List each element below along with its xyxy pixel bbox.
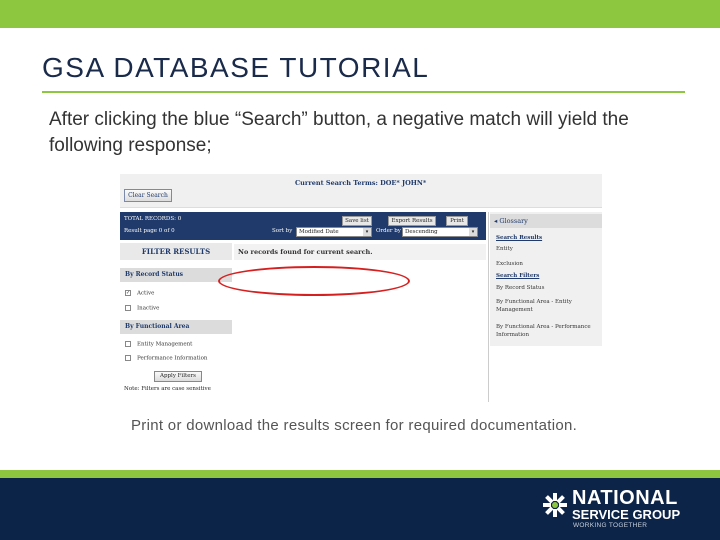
checkbox-icon [125,355,131,361]
functional-area-heading: By Functional Area [120,320,232,334]
performance-information-label: Performance Information [137,355,208,362]
total-records: TOTAL RECORDS: 0 [124,216,182,222]
glossary-item[interactable]: Search Filters [496,272,600,280]
sort-by-label: Sort by [272,228,293,234]
entity-management-label: Entity Management [137,341,193,348]
glossary-title: Glossary [499,217,528,225]
bottom-accent-bar [0,470,720,478]
current-search-terms: Current Search Terms: DOE* JOHN* [295,179,427,187]
filters-note: Note: Filters are case sensitive [124,386,211,392]
result-page: Result page 0 of 0 [124,228,175,234]
apply-filters-button[interactable]: Apply Filters [154,371,202,382]
performance-information-checkbox[interactable]: Performance Information [125,355,207,362]
export-results-button[interactable]: Export Results [388,216,436,226]
footer-note: Print or download the results screen for… [131,417,578,434]
sort-by-value: Modified Date [299,229,339,235]
title-divider [42,91,685,93]
checkbox-icon [125,305,131,311]
checkbox-icon [125,341,131,347]
national-service-group-logo-icon [543,493,567,517]
screenshot-header: Current Search Terms: DOE* JOHN* Clear S… [120,174,602,208]
results-divider [488,212,489,402]
active-checkbox[interactable]: ✓ Active [125,290,154,297]
clear-search-button[interactable]: Clear Search [124,189,172,202]
filter-results-title: FILTER RESULTS [120,243,232,260]
no-records-message: No records found for current search. [234,244,486,260]
glossary-panel: ◂ Glossary Search Results Entity Exclusi… [490,212,602,346]
sort-by-select[interactable]: Modified Date ▾ [296,227,372,237]
glossary-item: By Functional Area - Performance Informa… [496,324,591,338]
highlight-oval [218,266,410,296]
record-status-heading: By Record Status [120,268,232,282]
glossary-item[interactable]: Search Results [496,234,600,242]
collapse-arrow-icon: ◂ [494,217,498,225]
top-accent-bar [0,0,720,28]
glossary-item: By Record Status [496,285,545,291]
inactive-label: Inactive [137,305,160,312]
active-label: Active [137,290,155,297]
glossary-item: Exclusion [496,261,523,267]
glossary-item: By Functional Area - Entity Management [496,299,572,313]
inactive-checkbox[interactable]: Inactive [125,305,159,312]
intro-text: After clicking the blue “Search” button,… [49,109,629,156]
brand-name-line2: SERVICE GROUP [572,507,681,522]
slide-title: GSA DATABASE TUTORIAL [42,52,430,83]
order-by-select[interactable]: Descending ▾ [402,227,478,237]
chevron-down-icon: ▾ [363,228,371,236]
print-button[interactable]: Print [446,216,468,226]
order-by-label: Order by [376,228,401,234]
chevron-down-icon: ▾ [469,228,477,236]
results-toolbar: TOTAL RECORDS: 0 Result page 0 of 0 Save… [120,212,486,240]
order-by-value: Descending [405,229,438,235]
entity-management-checkbox[interactable]: Entity Management [125,341,192,348]
filter-results-panel: FILTER RESULTS By Record Status ✓ Active … [120,240,232,402]
checkbox-checked-icon: ✓ [125,290,131,296]
save-list-button[interactable]: Save list [342,216,372,226]
glossary-item: Entity [496,246,513,252]
brand-tagline: WORKING TOGETHER [573,522,648,529]
glossary-header[interactable]: ◂ Glossary [490,214,602,228]
